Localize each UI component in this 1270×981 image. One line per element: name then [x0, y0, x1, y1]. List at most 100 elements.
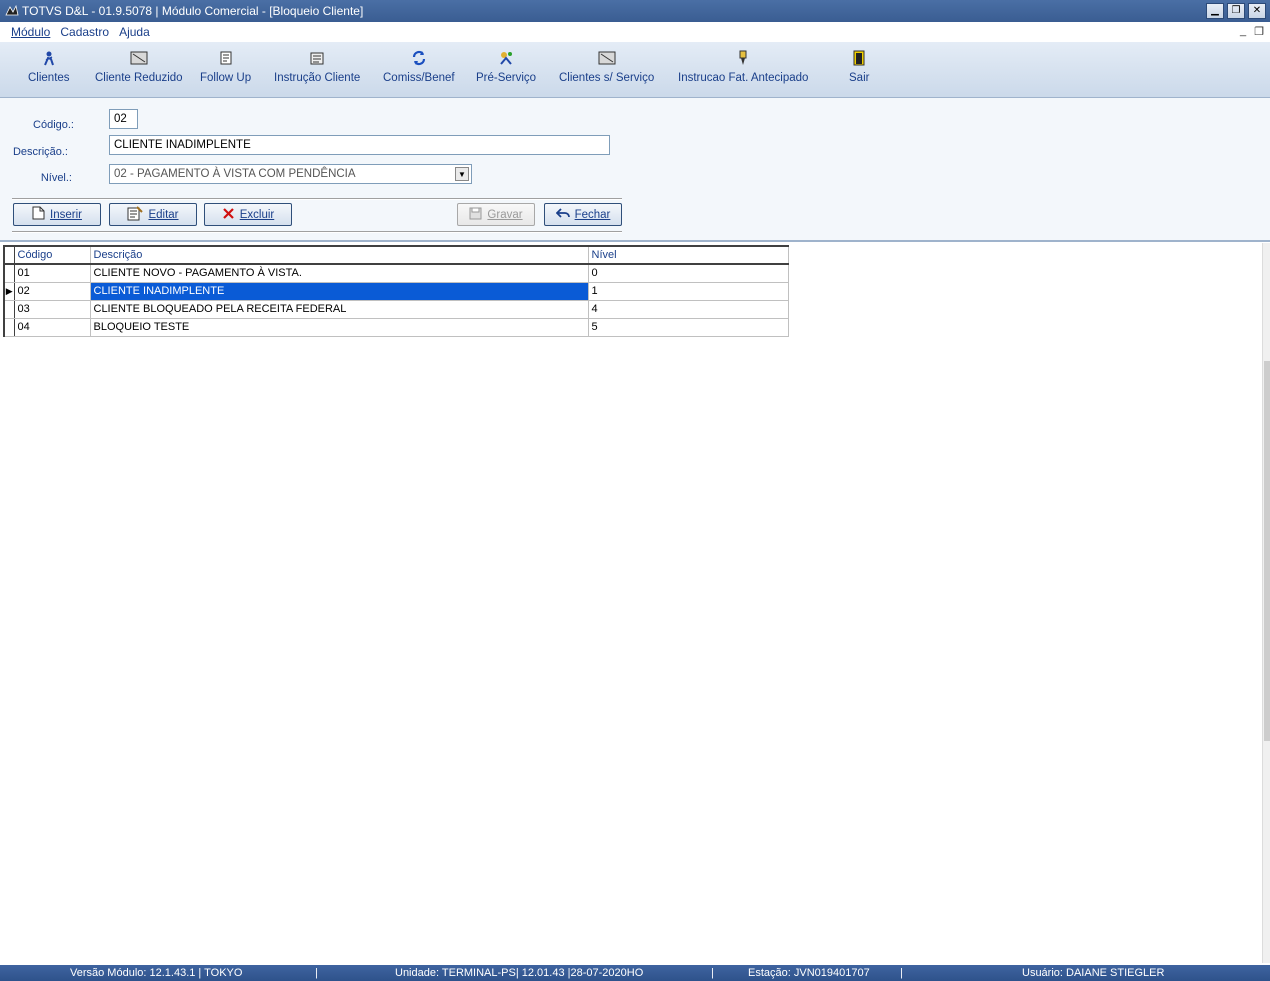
close-button[interactable]: ✕ [1248, 3, 1266, 19]
fechar-label: Fechar [574, 208, 611, 221]
toolbar-comiss-benef-button[interactable]: Comiss/Benef [383, 48, 455, 84]
grid-header-row: Código Descrição Nível [3, 245, 789, 265]
mdi-minimize-button[interactable]: _ [1240, 25, 1246, 38]
toolbar-label: Clientes [28, 72, 70, 84]
edit-document-icon [127, 205, 144, 224]
status-separator: | [315, 967, 318, 979]
table-row[interactable]: 04 BLOQUEIO TESTE 5 [3, 317, 789, 337]
title-bar: TOTVS D&L - 01.9.5078 | Módulo Comercial… [0, 0, 1270, 22]
column-header-descricao[interactable]: Descrição [89, 245, 589, 265]
cell-descricao[interactable]: CLIENTE INADIMPLENTE [89, 281, 589, 301]
toolbar-follow-up-button[interactable]: Follow Up [200, 48, 251, 84]
cell-descricao[interactable]: CLIENTE BLOQUEADO PELA RECEITA FEDERAL [89, 299, 589, 319]
chevron-down-icon[interactable]: ▼ [455, 167, 469, 181]
inserir-button[interactable]: Inserir [13, 203, 101, 226]
follow-up-icon [216, 48, 236, 68]
nivel-select-value: 02 - PAGAMENTO À VISTA COM PENDÊNCIA [114, 168, 356, 180]
refresh-icon [409, 48, 429, 68]
cell-nivel[interactable]: 5 [587, 317, 789, 337]
toolbar-label: Cliente Reduzido [95, 72, 183, 84]
edit-form: Código.: 02 Descrição.: CLIENTE INADIMPL… [0, 98, 1270, 242]
status-unidade: Unidade: TERMINAL-PS| 12.01.43 |28-07-20… [395, 967, 644, 979]
nivel-select[interactable]: 02 - PAGAMENTO À VISTA COM PENDÊNCIA ▼ [109, 164, 472, 184]
toolbar-instrucao-fat-antecipado-button[interactable]: Instrucao Fat. Antecipado [678, 48, 808, 84]
toolbar-pre-servico-button[interactable]: Pré-Serviço [476, 48, 536, 84]
cell-codigo[interactable]: 03 [13, 299, 91, 319]
client-instruction-icon [307, 48, 327, 68]
menu-cadastro[interactable]: Cadastro [60, 25, 109, 39]
toolbar-instrucao-cliente-button[interactable]: Instrução Cliente [274, 48, 360, 84]
reduced-client-icon [129, 48, 149, 68]
minimize-button[interactable]: ▁ [1206, 3, 1224, 19]
toolbar-label: Clientes s/ Serviço [559, 72, 655, 84]
toolbar-label: Sair [849, 72, 870, 84]
exit-door-icon [849, 48, 869, 68]
gravar-button[interactable]: Gravar [457, 203, 535, 226]
toolbar-clientes-button[interactable]: Clientes [28, 48, 70, 84]
cell-codigo[interactable]: 01 [13, 263, 91, 283]
menu-bar: Módulo Cadastro Ajuda _ ❐ [0, 22, 1270, 42]
mdi-restore-button[interactable]: ❐ [1254, 25, 1264, 38]
column-header-codigo[interactable]: Código [13, 245, 91, 265]
editar-button[interactable]: Editar [109, 203, 197, 226]
toolbar-clientes-sem-servico-button[interactable]: Clientes s/ Serviço [559, 48, 654, 84]
separator [12, 198, 622, 200]
excluir-label: Excluir [239, 208, 275, 221]
menu-ajuda[interactable]: Ajuda [119, 25, 150, 39]
status-bar: Versão Módulo: 12.1.43.1 | TOKYO | Unida… [0, 965, 1270, 981]
pen-icon [733, 48, 753, 68]
gravar-label: Gravar [487, 208, 523, 221]
pre-service-icon [496, 48, 516, 68]
mdi-controls: _ ❐ [1240, 25, 1264, 38]
row-indicator-header [3, 245, 15, 265]
cell-descricao[interactable]: BLOQUEIO TESTE [89, 317, 589, 337]
codigo-field[interactable]: 02 [109, 109, 138, 129]
clients-no-service-icon [597, 48, 617, 68]
application-window: TOTVS D&L - 01.9.5078 | Módulo Comercial… [0, 0, 1270, 981]
status-separator: | [900, 967, 903, 979]
scrollbar-thumb[interactable] [1264, 361, 1270, 741]
toolbar-label: Pré-Serviço [476, 72, 537, 84]
inserir-label: Inserir [50, 208, 82, 221]
nivel-label: Nível.: [40, 172, 72, 184]
descricao-field[interactable]: CLIENTE INADIMPLENTE [109, 135, 610, 155]
table-row-selected[interactable]: ▶ 02 CLIENTE INADIMPLENTE 1 [3, 281, 789, 301]
toolbar-label: Comiss/Benef [383, 72, 455, 84]
row-indicator [3, 263, 15, 283]
window-title: TOTVS D&L - 01.9.5078 | Módulo Comercial… [22, 4, 364, 18]
toolbar-label: Instrucao Fat. Antecipado [678, 72, 809, 84]
codigo-label: Código.: [33, 119, 74, 131]
menu-modulo[interactable]: Módulo [11, 25, 50, 39]
current-row-arrow-icon: ▶ [3, 281, 15, 301]
status-separator: | [711, 967, 714, 979]
toolbar-cliente-reduzido-button[interactable]: Cliente Reduzido [95, 48, 183, 84]
excluir-button[interactable]: Excluir [204, 203, 292, 226]
vertical-scrollbar[interactable] [1262, 243, 1270, 963]
cell-nivel[interactable]: 4 [587, 299, 789, 319]
restore-button[interactable]: ❐ [1227, 3, 1245, 19]
cell-nivel[interactable]: 1 [587, 281, 789, 301]
table-row[interactable]: 01 CLIENTE NOVO - PAGAMENTO À VISTA. 0 [3, 263, 789, 283]
fechar-button[interactable]: Fechar [544, 203, 622, 226]
row-indicator [3, 299, 15, 319]
new-document-icon [32, 206, 45, 223]
column-header-nivel[interactable]: Nível [587, 245, 789, 265]
window-controls: ▁ ❐ ✕ [1206, 3, 1266, 19]
cell-codigo[interactable]: 04 [13, 317, 91, 337]
toolbar-sair-button[interactable]: Sair [849, 48, 869, 84]
undo-arrow-icon [555, 207, 570, 222]
toolbar-label: Follow Up [200, 72, 252, 84]
status-usuario: Usuário: DAIANE STIEGLER [1022, 967, 1165, 979]
cell-descricao[interactable]: CLIENTE NOVO - PAGAMENTO À VISTA. [89, 263, 589, 283]
save-disk-icon [469, 207, 482, 223]
cell-codigo[interactable]: 02 [13, 281, 91, 301]
data-grid-area: Código Descrição Nível 01 CLIENTE NOVO -… [0, 243, 1262, 963]
bloqueio-grid: Código Descrição Nível 01 CLIENTE NOVO -… [3, 245, 789, 337]
row-indicator [3, 317, 15, 337]
table-row[interactable]: 03 CLIENTE BLOQUEADO PELA RECEITA FEDERA… [3, 299, 789, 319]
separator [12, 231, 622, 233]
clients-icon [39, 48, 59, 68]
app-logo-icon [4, 3, 20, 19]
status-versao: Versão Módulo: 12.1.43.1 | TOKYO [70, 967, 243, 979]
cell-nivel[interactable]: 0 [587, 263, 789, 283]
